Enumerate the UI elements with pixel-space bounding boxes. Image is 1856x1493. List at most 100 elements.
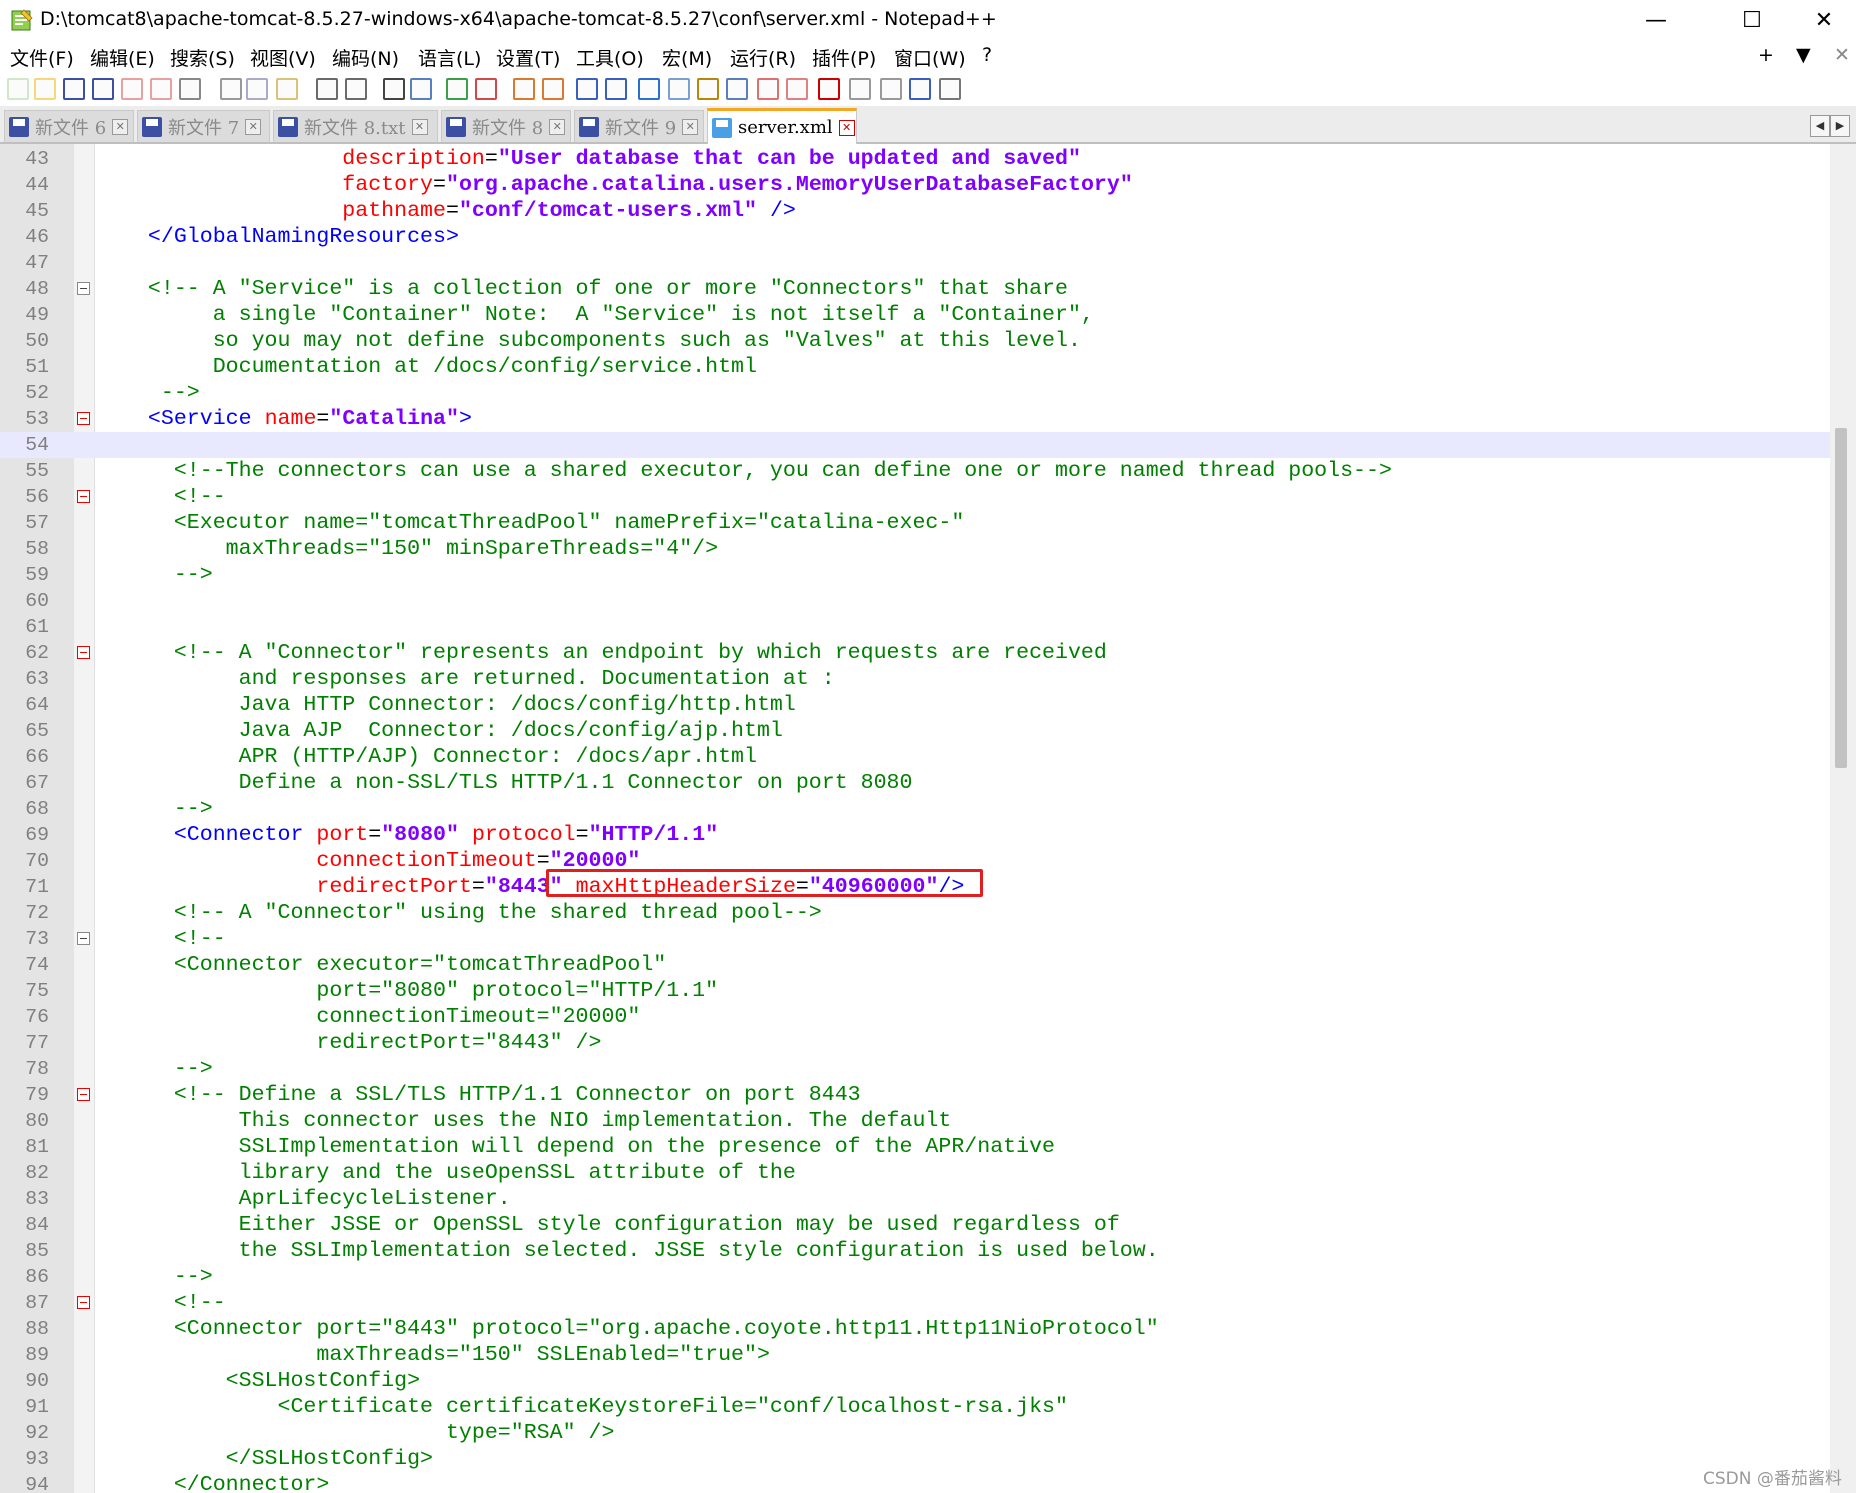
word-wrap-icon[interactable] [576,78,598,100]
menu-file[interactable]: 文件(F) [10,44,74,71]
fold-toggle-icon[interactable] [77,646,90,659]
tab-new-file-7[interactable]: 新文件 7 ✕ [137,110,270,142]
code-line[interactable]: 56 <!-- [0,484,1856,510]
tab-new-file-8[interactable]: 新文件 8 ✕ [441,110,571,142]
tab-close-icon[interactable]: ✕ [245,118,262,135]
code-line[interactable]: 66 APR (HTTP/AJP) Connector: /docs/apr.h… [0,744,1856,770]
new-tab-plus-button[interactable]: + [1758,44,1774,66]
code-line[interactable]: 68 --> [0,796,1856,822]
code-line[interactable]: 45 pathname="conf/tomcat-users.xml" /> [0,198,1856,224]
code-line[interactable]: 78 --> [0,1056,1856,1082]
code-line[interactable]: 64 Java HTTP Connector: /docs/config/htt… [0,692,1856,718]
code-line[interactable]: 55 <!--The connectors can use a shared e… [0,458,1856,484]
tab-list-dropdown-button[interactable]: ▼ [1796,44,1811,66]
paste-icon[interactable] [276,78,298,100]
menu-search[interactable]: 搜索(S) [170,44,235,71]
menu-macro[interactable]: 宏(M) [662,44,712,71]
code-line[interactable]: 47 [0,250,1856,276]
tab-close-icon[interactable]: ✕ [838,119,855,136]
zoom-in-icon[interactable] [446,78,468,100]
menu-plugins[interactable]: 插件(P) [812,44,876,71]
close-all-icon[interactable] [150,78,172,100]
code-line[interactable]: 58 maxThreads="150" minSpareThreads="4"/… [0,536,1856,562]
code-line[interactable]: 90 <SSLHostConfig> [0,1368,1856,1394]
tab-close-icon[interactable]: ✕ [682,118,699,135]
tab-new-file-6[interactable]: 新文件 6 ✕ [4,110,134,142]
sync-h-icon[interactable] [542,78,564,100]
copy-icon[interactable] [246,78,268,100]
close-document-button[interactable]: ✕ [1834,44,1850,66]
stop-record-icon[interactable] [849,78,871,100]
record-macro-icon[interactable] [818,78,840,100]
code-line[interactable]: 65 Java AJP Connector: /docs/config/ajp.… [0,718,1856,744]
code-line[interactable]: 48 <!-- A "Service" is a collection of o… [0,276,1856,302]
tab-close-icon[interactable]: ✕ [112,118,129,135]
tab-scroll-left-button[interactable]: ◀ [1810,115,1830,137]
code-line[interactable]: 60 [0,588,1856,614]
code-line[interactable]: 79 <!-- Define a SSL/TLS HTTP/1.1 Connec… [0,1082,1856,1108]
code-line[interactable]: 87 <!-- [0,1290,1856,1316]
menu-language[interactable]: 语言(L) [418,44,481,71]
code-line[interactable]: 75 port="8080" protocol="HTTP/1.1" [0,978,1856,1004]
code-line[interactable]: 52 --> [0,380,1856,406]
vertical-scrollbar[interactable] [1830,144,1856,1493]
code-line[interactable]: 80 This connector uses the NIO implement… [0,1108,1856,1134]
print-icon[interactable] [179,78,201,100]
code-line[interactable]: 54 [0,432,1856,458]
replace-icon[interactable] [410,78,432,100]
menu-tools[interactable]: 工具(O) [576,44,644,71]
scrollbar-thumb[interactable] [1835,428,1847,768]
code-line[interactable]: 62 <!-- A "Connector" represents an endp… [0,640,1856,666]
code-line[interactable]: 57 <Executor name="tomcatThreadPool" nam… [0,510,1856,536]
play-macro-icon[interactable] [880,78,902,100]
close-window-button[interactable]: ✕ [1784,0,1856,40]
code-line[interactable]: 77 redirectPort="8443" /> [0,1030,1856,1056]
minimize-button[interactable]: — [1616,0,1696,40]
code-line[interactable]: 43 description="User database that can b… [0,146,1856,172]
code-line[interactable]: 74 <Connector executor="tomcatThreadPool… [0,952,1856,978]
tab-new-file-8-txt[interactable]: 新文件 8.txt ✕ [273,110,438,142]
code-line[interactable]: 49 a single "Container" Note: A "Service… [0,302,1856,328]
menu-edit[interactable]: 编辑(E) [90,44,155,71]
fold-toggle-icon[interactable] [77,412,90,425]
sync-v-icon[interactable] [513,78,535,100]
code-line[interactable]: 44 factory="org.apache.catalina.users.Me… [0,172,1856,198]
zoom-out-icon[interactable] [475,78,497,100]
code-line[interactable]: 76 connectionTimeout="20000" [0,1004,1856,1030]
indent-guide-icon[interactable] [638,78,660,100]
code-line[interactable]: 46 </GlobalNamingResources> [0,224,1856,250]
open-file-icon[interactable] [34,78,56,100]
code-line[interactable]: 81 SSLImplementation will depend on the … [0,1134,1856,1160]
menu-encoding[interactable]: 编码(N) [332,44,399,71]
monitor-icon[interactable] [786,78,808,100]
tab-close-icon[interactable]: ✕ [549,118,566,135]
fold-toggle-icon[interactable] [77,932,90,945]
menu-run[interactable]: 运行(R) [730,44,796,71]
fold-toggle-icon[interactable] [77,490,90,503]
menu-window[interactable]: 窗口(W) [894,44,966,71]
code-line[interactable]: 73 <!-- [0,926,1856,952]
tab-close-icon[interactable]: ✕ [411,118,428,135]
menu-help[interactable]: ? [982,44,992,66]
code-line[interactable]: 89 maxThreads="150" SSLEnabled="true"> [0,1342,1856,1368]
cut-icon[interactable] [220,78,242,100]
close-icon[interactable] [121,78,143,100]
code-line[interactable]: 72 <!-- A "Connector" using the shared t… [0,900,1856,926]
find-icon[interactable] [383,78,405,100]
maximize-button[interactable]: ☐ [1712,0,1792,40]
code-line[interactable]: 51 Documentation at /docs/config/service… [0,354,1856,380]
fold-toggle-icon[interactable] [77,1296,90,1309]
code-line[interactable]: 67 Define a non-SSL/TLS HTTP/1.1 Connect… [0,770,1856,796]
code-line[interactable]: 53 <Service name="Catalina"> [0,406,1856,432]
code-line[interactable]: 92 type="RSA" /> [0,1420,1856,1446]
fold-toggle-icon[interactable] [77,282,90,295]
udl-icon[interactable] [668,78,690,100]
tab-server-xml[interactable]: server.xml ✕ [707,108,857,144]
save-icon[interactable] [63,78,85,100]
code-line[interactable]: 83 AprLifecycleListener. [0,1186,1856,1212]
save-macro-icon[interactable] [939,78,961,100]
menu-settings[interactable]: 设置(T) [496,44,560,71]
code-line[interactable]: 86 --> [0,1264,1856,1290]
editor-pane[interactable]: 43 description="User database that can b… [0,144,1856,1493]
code-line[interactable]: 91 <Certificate certificateKeystoreFile=… [0,1394,1856,1420]
